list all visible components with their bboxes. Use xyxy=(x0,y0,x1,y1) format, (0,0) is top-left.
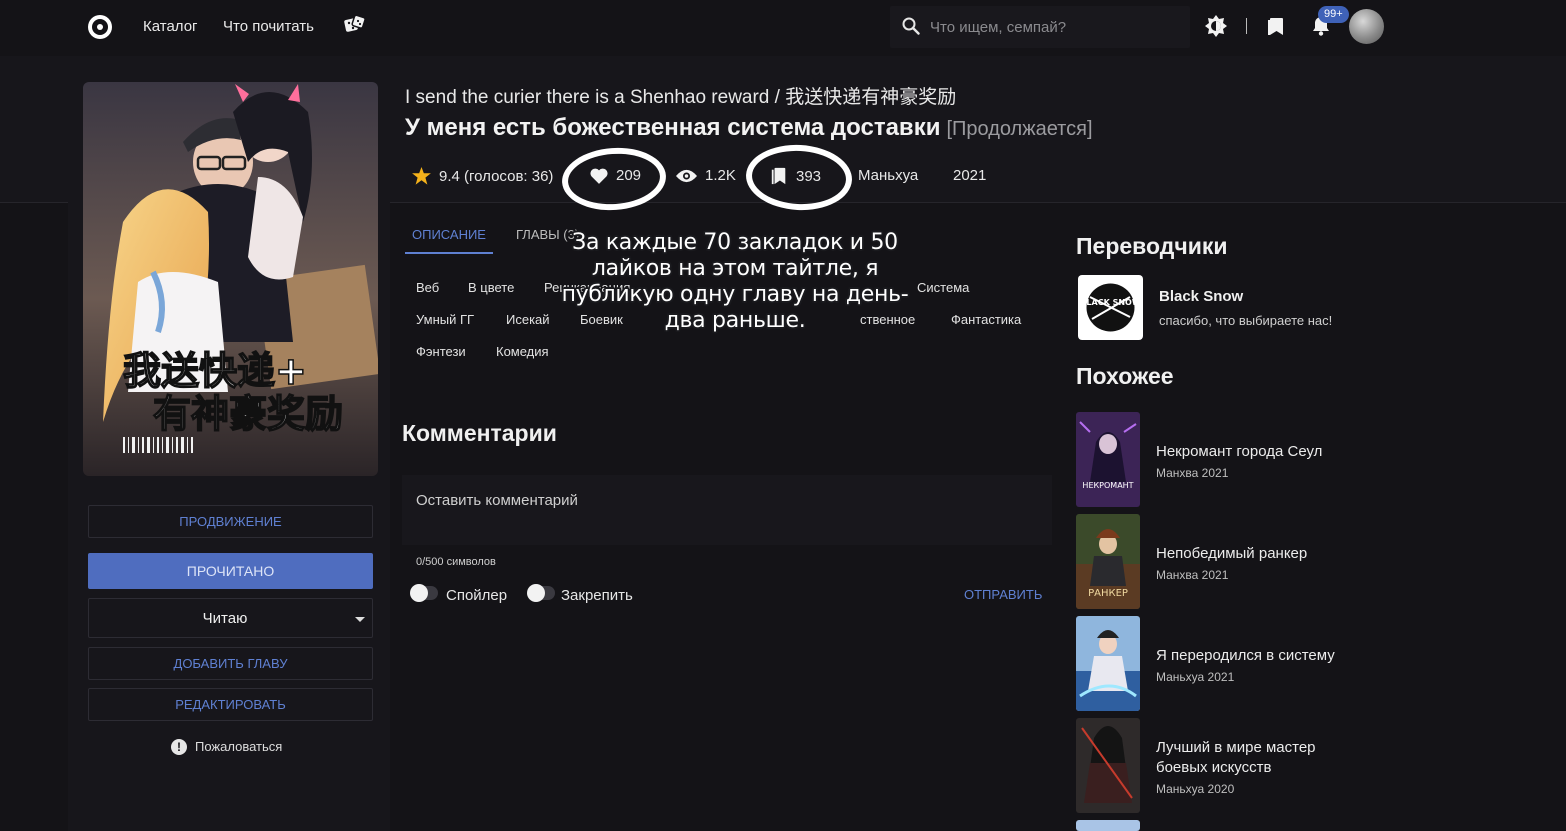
nav-catalog-link[interactable]: Каталог xyxy=(143,18,198,35)
similar-title[interactable]: Непобедимый ранкер xyxy=(1156,544,1366,564)
eye-icon xyxy=(676,169,697,182)
report-link[interactable]: ! Пожаловаться xyxy=(171,738,282,756)
cover-title-line1: 我送快递+ xyxy=(123,349,307,393)
similar-title[interactable]: Я переродился в систему xyxy=(1156,646,1366,666)
active-tab-indicator xyxy=(405,252,493,254)
overlay-announcement-text: За каждые 70 закладок и 50 лайков на это… xyxy=(561,230,909,333)
comments-heading: Комментарии xyxy=(402,420,557,446)
search-input[interactable] xyxy=(930,15,1180,39)
translator-team-name[interactable]: Black Snow xyxy=(1159,288,1243,305)
nav-what-to-read-link[interactable]: Что почитать xyxy=(223,18,314,35)
rating-stat[interactable]: 9.4 (голосов: 36) xyxy=(412,167,553,185)
translator-team-slogan: спасибо, что выбираете нас! xyxy=(1159,313,1333,328)
bookmarks-icon[interactable] xyxy=(1266,16,1286,36)
similar-title[interactable]: Некромант города Сеул xyxy=(1156,442,1366,462)
star-icon xyxy=(412,167,431,185)
comment-char-counter: 0/500 символов xyxy=(416,556,496,568)
reading-status-value: Читаю xyxy=(202,610,248,627)
site-logo-icon[interactable] xyxy=(88,15,112,39)
manga-cover-image: 我送快递+ 有神豪奖励 xyxy=(83,82,378,476)
promote-button[interactable]: ПРОДВИЖЕНИЕ xyxy=(88,505,373,538)
theme-toggle-icon[interactable] xyxy=(1205,15,1227,37)
search-box xyxy=(890,6,1190,48)
send-comment-button[interactable]: ОТПРАВИТЬ xyxy=(964,587,1042,602)
genre-tag[interactable]: Умный ГГ xyxy=(416,312,474,327)
similar-meta: Маньхуа 2020 xyxy=(1156,782,1235,796)
similar-heading: Похожее xyxy=(1076,363,1174,389)
similar-cover[interactable] xyxy=(1076,820,1140,831)
release-status: [Продолжается] xyxy=(946,118,1093,140)
similar-cover-text: РАНКЕР xyxy=(1088,588,1128,599)
search-icon[interactable] xyxy=(902,17,920,35)
pin-toggle[interactable] xyxy=(527,584,555,602)
similar-cover-text: НЕКРОМАНТ xyxy=(1082,481,1133,490)
similar-cover[interactable]: НЕКРОМАНТ xyxy=(1076,412,1140,507)
report-label: Пожаловаться xyxy=(195,739,283,755)
genre-tag[interactable]: Фантастика xyxy=(951,312,1021,327)
similar-cover[interactable] xyxy=(1076,616,1140,711)
tab-description[interactable]: ОПИСАНИЕ xyxy=(412,227,486,242)
notifications-badge: 99+ xyxy=(1318,6,1349,23)
comment-input[interactable] xyxy=(402,475,1052,545)
views-stat: 1.2K xyxy=(676,167,736,184)
user-avatar[interactable] xyxy=(1349,9,1384,44)
spoiler-toggle[interactable] xyxy=(410,584,438,602)
edit-button[interactable]: РЕДАКТИРОВАТЬ xyxy=(88,688,373,721)
rating-value: 9.4 (голосов: 36) xyxy=(439,167,554,185)
chevron-down-icon xyxy=(355,617,365,622)
reading-status-select[interactable]: Читаю xyxy=(88,598,373,638)
translator-logo-text: BLACK SNOW xyxy=(1080,298,1141,307)
similar-cover[interactable]: РАНКЕР xyxy=(1076,514,1140,609)
manga-type-label: Маньхуа xyxy=(858,167,919,184)
similar-meta: Маньхуа 2021 xyxy=(1156,670,1235,684)
manga-year[interactable]: 2021 xyxy=(953,167,986,184)
similar-meta: Манхва 2021 xyxy=(1156,466,1229,480)
genre-tag[interactable]: Исекай xyxy=(506,312,550,327)
nav-divider xyxy=(1246,18,1247,34)
page-title-text: У меня есть божественная система доставк… xyxy=(405,114,941,141)
translators-heading: Переводчики xyxy=(1076,233,1228,259)
views-count: 1.2K xyxy=(705,167,736,184)
manga-year-label: 2021 xyxy=(953,167,987,184)
page-title: У меня есть божественная система доставк… xyxy=(405,114,1093,142)
genre-tag[interactable]: Веб xyxy=(416,280,439,295)
manga-type[interactable]: Маньхуа xyxy=(858,167,918,184)
genre-tag[interactable]: Комедия xyxy=(496,344,549,359)
spoiler-label: Спойлер xyxy=(446,587,508,604)
original-title: I send the curier there is a Shenhao rew… xyxy=(405,87,957,108)
genre-tag[interactable]: Фэнтези xyxy=(416,344,466,359)
similar-meta: Манхва 2021 xyxy=(1156,568,1229,582)
genre-tag[interactable]: В цвете xyxy=(468,280,514,295)
similar-cover[interactable] xyxy=(1076,718,1140,813)
add-chapter-button[interactable]: ДОБАВИТЬ ГЛАВУ xyxy=(88,647,373,680)
cover-title-line2: 有神豪奖励 xyxy=(153,392,343,436)
pin-label: Закрепить xyxy=(561,587,633,604)
random-dice-icon[interactable] xyxy=(344,14,366,36)
similar-title[interactable]: Лучший в мире мастер боевых искусств xyxy=(1156,738,1366,778)
translator-team-logo[interactable]: BLACK SNOW xyxy=(1078,275,1143,340)
top-navbar: Каталог Что почитать 99+ xyxy=(0,0,1566,56)
mark-read-button[interactable]: ПРОЧИТАНО xyxy=(88,553,373,589)
alert-icon: ! xyxy=(171,738,187,755)
